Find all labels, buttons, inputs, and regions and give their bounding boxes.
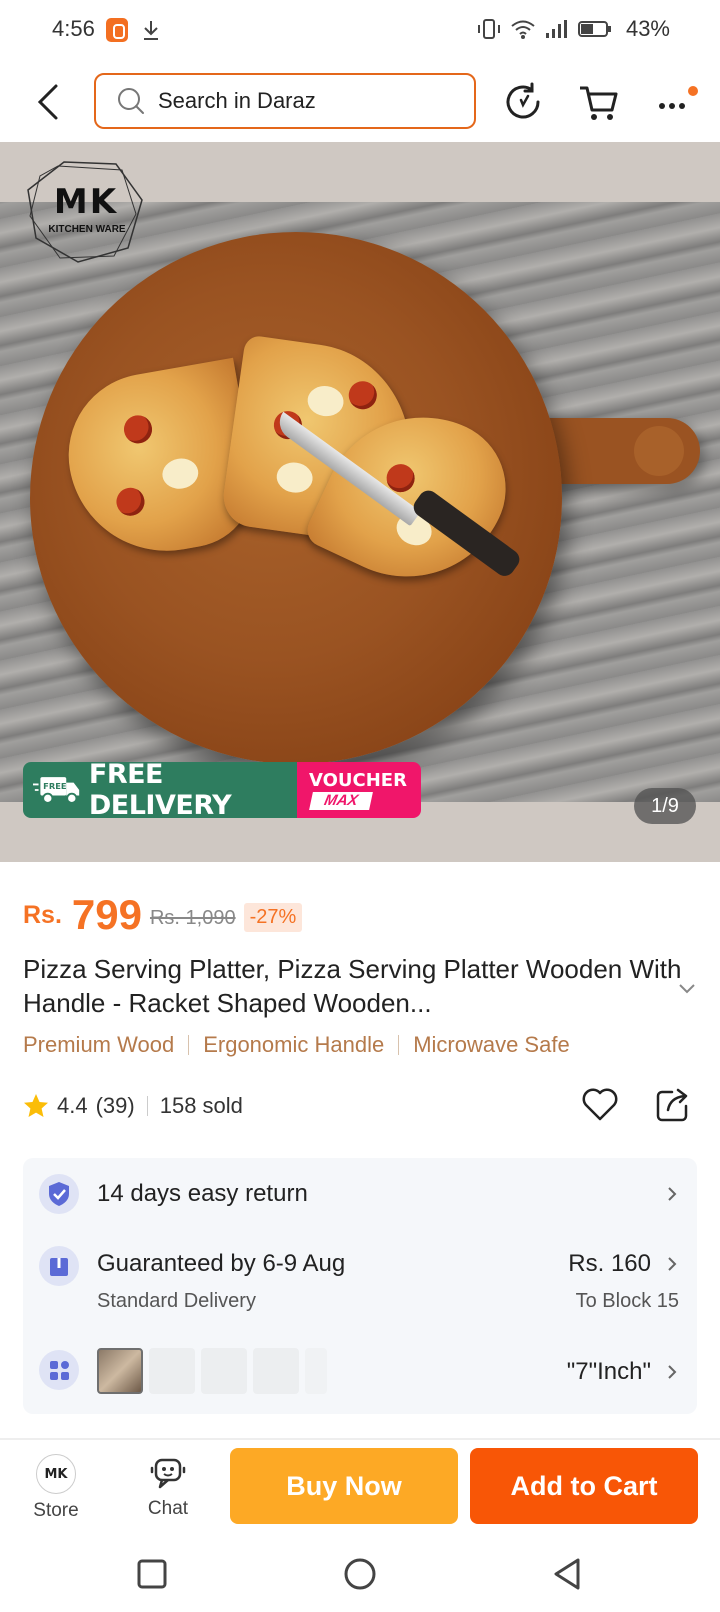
brand-logo-subtitle: KITCHEN WARE: [48, 224, 126, 235]
chevron-right-icon: [668, 1365, 677, 1379]
free-small-text: FREE: [43, 781, 67, 791]
voucher-max-text: MAX: [309, 792, 373, 810]
chevron-right-icon: [668, 1257, 677, 1271]
cheese-topping: [160, 455, 201, 492]
price-value: 799: [71, 891, 142, 938]
variant-thumbnail[interactable]: [149, 1348, 195, 1394]
feature-divider: [188, 1035, 190, 1055]
product-image-gallery[interactable]: MK KITCHEN WARE FREE FREE DELIVERY VOUCH…: [0, 142, 720, 862]
discount-badge: -27%: [243, 903, 303, 932]
home-circle-icon[interactable]: [338, 1552, 382, 1596]
feature-tag: Ergonomic Handle: [203, 1032, 385, 1057]
more-button[interactable]: [650, 80, 700, 124]
system-navigation-bar: [0, 1534, 720, 1612]
image-counter: 1/9: [634, 788, 696, 824]
brand-logo: MK KITCHEN WARE: [24, 160, 148, 264]
search-placeholder: Search in Daraz: [158, 88, 316, 113]
delivery-location: To Block 15: [575, 1290, 679, 1312]
store-button[interactable]: MK Store: [24, 1450, 88, 1526]
download-icon: [144, 21, 158, 40]
chevron-right-icon: [668, 1187, 677, 1201]
selected-variant: "7"Inch": [566, 1358, 651, 1385]
variant-thumbnail[interactable]: [305, 1348, 327, 1394]
feature-tag: Microwave Safe: [413, 1032, 570, 1057]
variant-thumbnail[interactable]: [253, 1348, 299, 1394]
product-title[interactable]: Pizza Serving Platter, Pizza Serving Pla…: [23, 952, 683, 1020]
variant-thumbnail[interactable]: [201, 1348, 247, 1394]
refresh-icon[interactable]: [502, 80, 544, 124]
vibrate-icon: [477, 19, 500, 39]
cart-icon[interactable]: [578, 80, 620, 124]
voucher-text: VOUCHER: [309, 770, 407, 791]
rating-value: 4.4: [57, 1093, 88, 1118]
status-time: 4:56: [52, 16, 95, 41]
chat-label: Chat: [147, 1498, 189, 1519]
store-label: Store: [33, 1500, 79, 1521]
add-to-cart-button[interactable]: Add to Cart: [470, 1448, 698, 1524]
search-icon: [118, 88, 144, 114]
cheese-topping: [305, 383, 346, 419]
bottom-action-bar: MK Store Chat Buy Now Add to Cart: [0, 1440, 720, 1534]
variant-thumbnails: [97, 1348, 357, 1396]
delivery-row[interactable]: Guaranteed by 6-9 Aug Standard Delivery …: [23, 1232, 697, 1332]
share-icon[interactable]: [654, 1084, 692, 1124]
variant-row[interactable]: "7"Inch": [23, 1344, 697, 1404]
feature-tags: Premium Wood Ergonomic Handle Microwave …: [23, 1032, 570, 1058]
tomato-topping: [121, 413, 155, 446]
shield-check-icon: [39, 1174, 79, 1214]
chat-button[interactable]: Chat: [136, 1450, 200, 1526]
search-input[interactable]: Search in Daraz: [94, 73, 476, 129]
chat-icon: [150, 1458, 186, 1489]
back-triangle-icon[interactable]: [546, 1552, 590, 1596]
feature-tag: Premium Wood: [23, 1032, 175, 1057]
service-info-card: 14 days easy return Guaranteed by 6-9 Au…: [23, 1158, 697, 1414]
package-icon: [39, 1246, 79, 1286]
chevron-left-icon[interactable]: [28, 80, 68, 124]
battery-percent: 43%: [625, 16, 670, 41]
delivery-type: Standard Delivery: [97, 1290, 256, 1312]
store-avatar: MK: [36, 1454, 76, 1494]
tomato-topping: [346, 379, 379, 412]
return-policy-row[interactable]: 14 days easy return: [23, 1158, 697, 1228]
cheese-topping: [274, 460, 315, 495]
signal-icon: [545, 20, 567, 38]
heart-icon[interactable]: [580, 1084, 620, 1124]
price-currency: Rs.: [23, 901, 62, 929]
top-bar: Search in Daraz: [0, 62, 720, 142]
wifi-icon: [511, 20, 535, 39]
delivery-date: Guaranteed by 6-9 Aug: [97, 1250, 346, 1277]
daraz-app-icon: [106, 18, 128, 42]
recents-square-icon[interactable]: [130, 1552, 174, 1596]
status-icons: 43%: [476, 16, 670, 42]
chevron-down-icon[interactable]: [676, 980, 698, 996]
battery-icon: [577, 21, 611, 37]
brand-logo-text: MK: [53, 182, 119, 222]
free-delivery-badge: FREE FREE DELIVERY: [23, 759, 297, 821]
buy-now-button[interactable]: Buy Now: [230, 1448, 458, 1524]
free-delivery-text: FREE DELIVERY: [88, 759, 232, 821]
variant-thumbnail[interactable]: [97, 1348, 143, 1394]
delivery-fee: Rs. 160: [568, 1250, 651, 1277]
rating-count: (39): [95, 1093, 135, 1118]
voucher-max-badge: VOUCHER MAX: [297, 762, 421, 818]
price-row: Rs. 799 Rs. 1,090 -27%: [23, 884, 303, 938]
delivery-truck-icon: FREE: [33, 777, 80, 804]
variants-grid-icon: [39, 1350, 79, 1390]
rating-divider: [146, 1096, 148, 1116]
return-policy-text: 14 days easy return: [97, 1180, 308, 1207]
original-price: Rs. 1,090: [149, 907, 236, 929]
status-bar: 4:56 43%: [0, 0, 720, 62]
notification-dot: [688, 86, 698, 96]
sold-count: 158 sold: [159, 1093, 243, 1118]
feature-divider: [398, 1035, 400, 1055]
tomato-topping: [114, 485, 147, 518]
star-icon: [24, 1094, 48, 1117]
